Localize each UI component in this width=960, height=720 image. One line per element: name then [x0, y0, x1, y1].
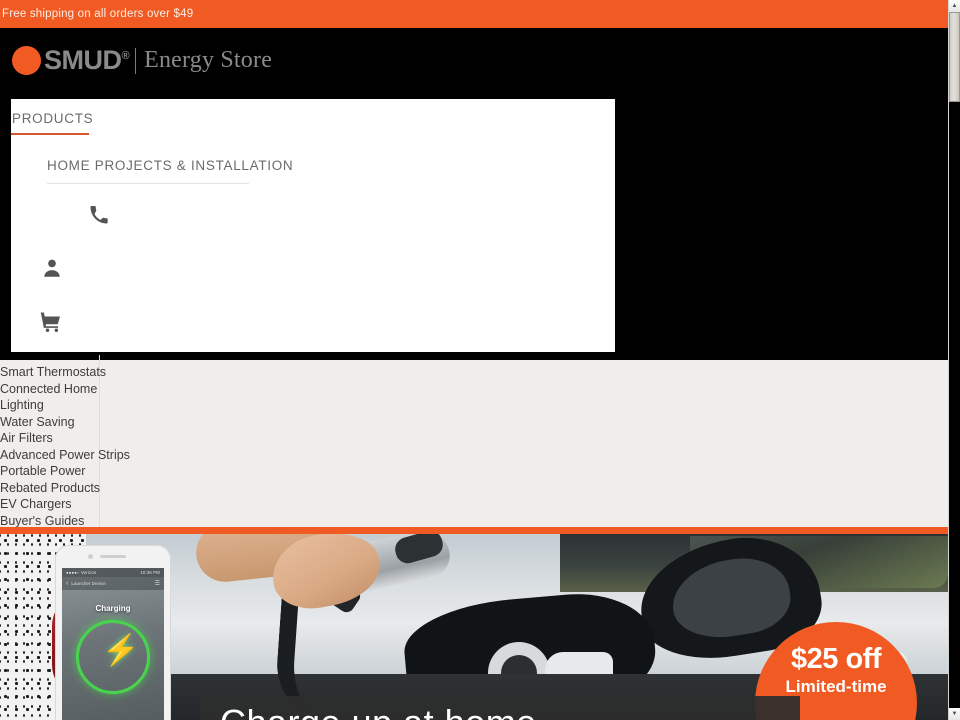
promo-banner-text: Free shipping on all orders over $49: [2, 8, 194, 20]
scrollbar-track[interactable]: [949, 12, 960, 708]
phone-clock-label: 10:36 PM: [140, 570, 160, 575]
logo-brand-text: SMUD®: [44, 45, 130, 76]
category-item-smart-thermostats[interactable]: Smart Thermostats: [0, 365, 106, 379]
category-list: Smart Thermostats Connected Home Lightin…: [0, 355, 948, 528]
phone-carrier-label: ●●●●○ Verizon: [66, 570, 97, 575]
discount-badge-subtitle: Limited-time: [785, 676, 887, 696]
browser-viewport: Free shipping on all orders over $49 SMU…: [0, 0, 960, 720]
scrollbar-thumb[interactable]: [949, 12, 960, 102]
vertical-scrollbar[interactable]: ▲ ▼: [948, 0, 960, 720]
phone-charging-label: Charging: [95, 604, 131, 613]
phone-icon[interactable]: [89, 205, 109, 229]
page-content: Free shipping on all orders over $49 SMU…: [0, 0, 948, 720]
phone-app-navbar: ‹ Launcher Device ☰: [62, 577, 164, 590]
hero-separator-bar: [0, 527, 948, 534]
smud-logo-circle-icon: [12, 46, 41, 75]
category-item-advanced-power-strips[interactable]: Advanced Power Strips: [0, 448, 130, 462]
nav-item-products[interactable]: PRODUCTS: [12, 111, 93, 126]
registered-trademark-icon: ®: [121, 50, 130, 62]
nav-active-underline: [11, 133, 89, 135]
phone-speaker-grille: [100, 555, 126, 558]
category-item-lighting[interactable]: Lighting: [0, 398, 44, 412]
nav-item-home-projects[interactable]: HOME PROJECTS & INSTALLATION: [47, 158, 293, 173]
hamburger-menu-icon: ☰: [154, 581, 160, 587]
category-column-divider: [99, 355, 100, 527]
cart-icon-glyph: [40, 312, 60, 332]
logo-brand-word: SMUD: [44, 45, 122, 75]
phone-camera-icon: [88, 554, 93, 559]
hero-caption-overlay: Charge up at home: [200, 696, 800, 720]
category-item-buyers-guides[interactable]: Buyer's Guides: [0, 514, 84, 528]
phone-icon-glyph: [90, 206, 108, 224]
category-item-ev-chargers[interactable]: EV Chargers: [0, 497, 72, 511]
phone-screen: ●●●●○ Verizon 10:36 PM ‹ Launcher Device…: [62, 568, 164, 720]
account-icon-glyph: [44, 259, 60, 277]
scrollbar-up-arrow[interactable]: ▲: [949, 0, 960, 12]
logo-divider: [135, 47, 137, 74]
discount-badge-amount: $25 off: [791, 643, 881, 675]
lightning-bolt-icon: ⚡: [102, 634, 140, 667]
phone-status-bar: ●●●●○ Verizon 10:36 PM: [62, 568, 164, 577]
account-icon[interactable]: [41, 257, 63, 283]
category-item-connected-home[interactable]: Connected Home: [0, 382, 97, 396]
category-item-portable-power[interactable]: Portable Power: [0, 464, 85, 478]
category-item-air-filters[interactable]: Air Filters: [0, 431, 53, 445]
hero-headline: Charge up at home: [220, 702, 537, 720]
hero-banner[interactable]: ●●●●○ Verizon 10:36 PM ‹ Launcher Device…: [0, 534, 948, 720]
nav-divider-rule: [47, 183, 249, 184]
cart-icon[interactable]: [40, 311, 62, 337]
site-masthead: SMUD® Energy Store: [0, 28, 948, 99]
back-chevron-icon: ‹: [66, 580, 69, 587]
logo-subtitle: Energy Store: [144, 47, 273, 73]
phone-app-title: Launcher Device: [71, 581, 106, 586]
promo-banner[interactable]: Free shipping on all orders over $49: [0, 0, 948, 28]
category-item-water-saving[interactable]: Water Saving: [0, 415, 75, 429]
site-logo[interactable]: SMUD® Energy Store: [12, 45, 272, 76]
hero-phone-mockup: ●●●●○ Verizon 10:36 PM ‹ Launcher Device…: [56, 546, 170, 720]
category-item-rebated-products[interactable]: Rebated Products: [0, 481, 100, 495]
scrollbar-down-arrow[interactable]: ▼: [949, 708, 960, 720]
nav-dropdown-panel: PRODUCTS HOME PROJECTS & INSTALLATION: [11, 99, 615, 352]
